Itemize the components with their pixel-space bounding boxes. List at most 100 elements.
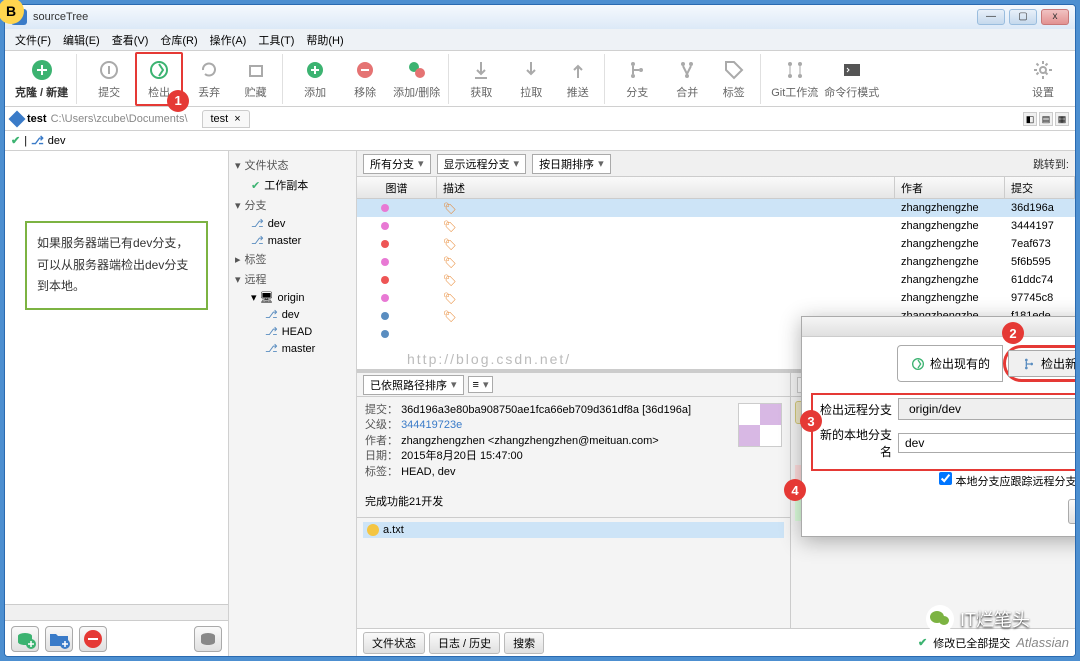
commit-row[interactable]: 🏷zhangzhengzhe97745c8	[357, 289, 1075, 307]
footer-tab-log[interactable]: 日志 / 历史	[429, 632, 500, 654]
jump-label: 跳转到:	[1033, 156, 1069, 172]
terminal-button[interactable]: 命令行模式	[822, 54, 881, 104]
badge-4: 4	[784, 479, 806, 501]
push-button[interactable]: 推送	[557, 54, 605, 104]
repo-name: test	[27, 113, 47, 125]
local-branch-label: 新的本地分支名	[816, 426, 892, 460]
menu-help[interactable]: 帮助(H)	[300, 30, 349, 50]
app-window: sourceTree — ▢ x 文件(F) 编辑(E) 查看(V) 仓库(R)…	[4, 4, 1076, 657]
item-branch-master[interactable]: ⎇master	[229, 232, 356, 249]
footer-tab-search[interactable]: 搜索	[504, 632, 544, 654]
section-branches[interactable]: ▾ 分支	[229, 195, 356, 215]
pull-button[interactable]: 拉取	[507, 54, 555, 104]
close-button[interactable]: x	[1041, 9, 1069, 25]
branch-icon: ⎇	[31, 134, 44, 147]
menu-view[interactable]: 查看(V)	[106, 30, 155, 50]
commit-meta: 提交： 36d196a3e80ba908750ae1fca66eb709d361…	[357, 397, 790, 517]
add-repo-button[interactable]	[11, 626, 39, 652]
clone-button[interactable]: 克隆 / 新建	[13, 54, 77, 104]
menu-file[interactable]: 文件(F)	[9, 30, 57, 50]
menu-edit[interactable]: 编辑(E)	[57, 30, 106, 50]
ok-button[interactable]: 确定	[1068, 499, 1075, 524]
file-item[interactable]: a.txt	[363, 522, 784, 538]
commit-row[interactable]: 🏷zhangzhengzhe7eaf673	[357, 235, 1075, 253]
view-icon-3[interactable]: ▦	[1055, 112, 1069, 126]
commit-grid-header: 图谱 描述 作者 提交	[357, 177, 1075, 199]
add-button[interactable]: 添加	[291, 54, 339, 104]
annotation-note: 如果服务器端已有dev分支，可以从服务器端检出dev分支到本地。	[25, 221, 208, 310]
remove-button[interactable]: 移除	[341, 54, 389, 104]
section-tags[interactable]: ▸ 标签	[229, 249, 356, 269]
delete-button[interactable]	[79, 626, 107, 652]
toolbar: 克隆 / 新建 提交 检出 1 丢弃 贮藏 添加 移除 添加/删除 获取 拉取 …	[5, 51, 1075, 107]
stash-button[interactable]: 贮藏	[235, 54, 283, 104]
tab-checkout-new[interactable]: 检出新分支	[1008, 350, 1075, 377]
tab-checkout-existing[interactable]: 检出现有的	[897, 345, 1003, 382]
brand-label: Atlassian	[1016, 635, 1069, 650]
status-check-icon: ✔	[918, 636, 927, 649]
changed-files: a.txt	[357, 517, 790, 542]
filter-bar: 所有分支 显示远程分支 按日期排序 跳转到:	[357, 151, 1075, 177]
commit-row[interactable]: 🏷zhangzhengzhe5f6b595	[357, 253, 1075, 271]
section-remotes[interactable]: ▾ 远程	[229, 269, 356, 289]
settings-button[interactable]: 设置	[1019, 54, 1067, 104]
tag-button[interactable]: 标签	[713, 54, 761, 104]
checkout-button[interactable]: 检出 1	[135, 52, 183, 106]
commit-message: 完成功能21开发	[365, 495, 782, 510]
sidebar-tree: ▾ 文件状态 ✔工作副本 ▾ 分支 ⎇dev ⎇master ▸ 标签 ▾ 远程…	[229, 151, 357, 656]
item-remote-master[interactable]: ⎇master	[229, 340, 356, 357]
wechat-icon	[926, 605, 954, 633]
menu-action[interactable]: 操作(A)	[204, 30, 253, 50]
remote-branch-select[interactable]: origin/dev	[898, 398, 1075, 420]
config-button[interactable]	[194, 626, 222, 652]
order-filter[interactable]: 按日期排序	[532, 154, 611, 174]
file-modified-icon	[367, 524, 379, 536]
remote-filter[interactable]: 显示远程分支	[437, 154, 527, 174]
item-workcopy[interactable]: ✔工作副本	[229, 175, 356, 195]
branch-icon	[1021, 356, 1037, 372]
menu-repo[interactable]: 仓库(R)	[154, 30, 203, 50]
commit-row[interactable]: 🏷zhangzhengzhe61ddc74	[357, 271, 1075, 289]
item-remote-head[interactable]: ⎇HEAD	[229, 323, 356, 340]
checkout-icon	[910, 356, 926, 372]
badge-1: 1	[167, 90, 189, 112]
left-panel: 如果服务器端已有dev分支，可以从服务器端检出dev分支到本地。	[5, 151, 229, 656]
gitflow-button[interactable]: Git工作流	[769, 54, 820, 104]
branch-filter[interactable]: 所有分支	[363, 154, 431, 174]
item-remote-dev[interactable]: ⎇dev	[229, 306, 356, 323]
main-panel: 所有分支 显示远程分支 按日期排序 跳转到: 图谱 描述 作者 提交 🏷zhan…	[357, 151, 1075, 656]
sort-opts[interactable]: ≡	[468, 376, 494, 393]
repo-tab[interactable]: test×	[202, 110, 250, 128]
menu-tools[interactable]: 工具(T)	[252, 30, 300, 50]
section-filestate[interactable]: ▾ 文件状态	[229, 155, 356, 175]
maximize-button[interactable]: ▢	[1009, 9, 1037, 25]
fetch-button[interactable]: 获取	[457, 54, 505, 104]
branch-button[interactable]: 分支	[613, 54, 661, 104]
watermark: http://blog.csdn.net/	[407, 351, 571, 367]
sort-order[interactable]: 已依照路径排序	[363, 375, 464, 395]
commit-row[interactable]: 🏷zhangzhengzhe3444197	[357, 217, 1075, 235]
remote-branch-label: 检出远程分支	[816, 401, 892, 418]
local-branch-input[interactable]	[898, 433, 1075, 453]
merge-button[interactable]: 合并	[663, 54, 711, 104]
commit-button[interactable]: 提交	[85, 54, 133, 104]
discard-button[interactable]: 丢弃	[185, 54, 233, 104]
checkout-dialog: 检出现有的 2 检出新分支 3 检出远程分	[801, 316, 1075, 537]
col-author: 作者	[895, 177, 1005, 198]
parent-link[interactable]: 344419723e	[401, 419, 462, 431]
footer-tab-filestate[interactable]: 文件状态	[363, 632, 425, 654]
branch-indicator-bar: ✔| ⎇ dev	[5, 131, 1075, 151]
add-folder-button[interactable]	[45, 626, 73, 652]
item-origin[interactable]: ▾ 🖥 origin	[229, 289, 356, 306]
minimize-button[interactable]: —	[977, 9, 1005, 25]
scrollbar-stub[interactable]	[5, 604, 228, 620]
view-icon-2[interactable]: ▤	[1039, 112, 1053, 126]
track-checkbox[interactable]: 本地分支应跟踪远程分支	[939, 476, 1075, 488]
item-branch-dev[interactable]: ⎇dev	[229, 215, 356, 232]
col-desc: 描述	[437, 177, 895, 198]
title-bar: sourceTree — ▢ x	[5, 5, 1075, 29]
addremove-button[interactable]: 添加/删除	[391, 54, 449, 104]
commit-row[interactable]: 🏷zhangzhengzhe36d196a	[357, 199, 1075, 217]
tab-close-icon[interactable]: ×	[234, 113, 240, 125]
view-icon-1[interactable]: ◧	[1023, 112, 1037, 126]
